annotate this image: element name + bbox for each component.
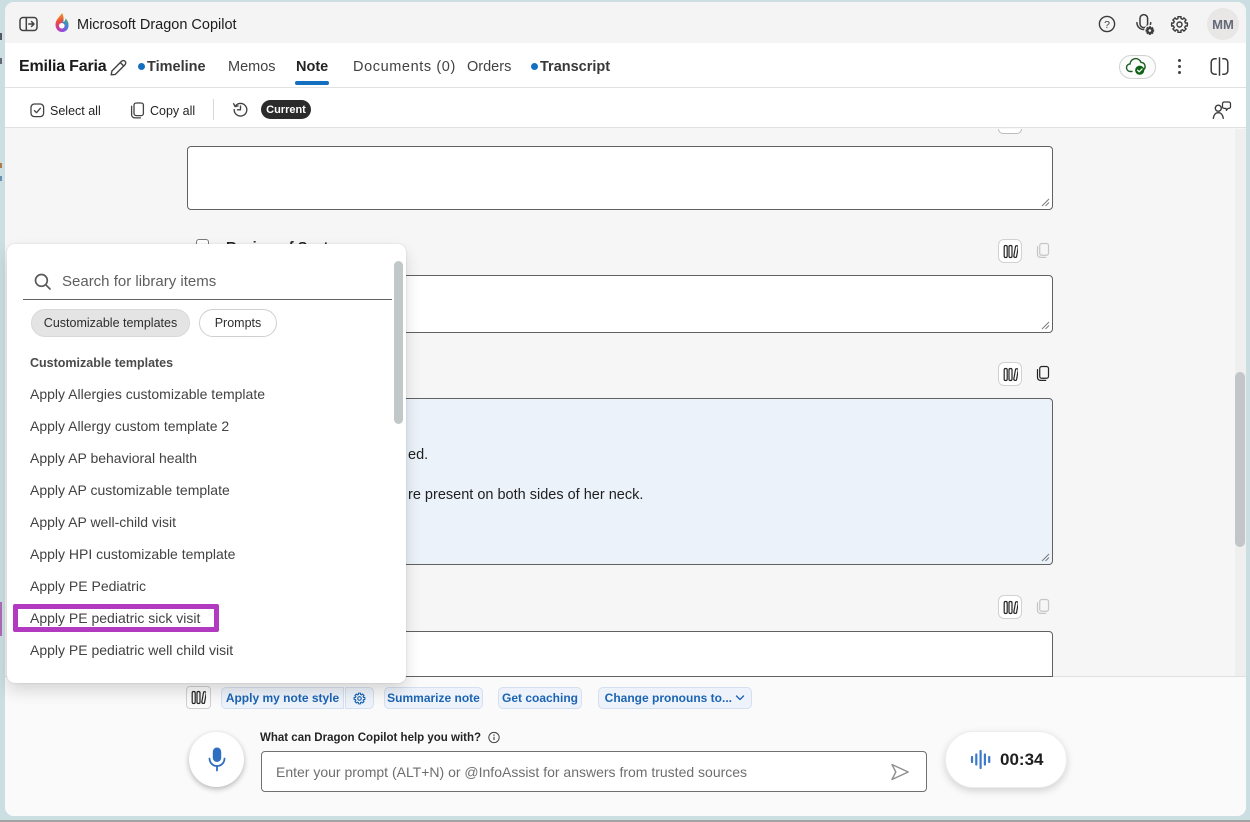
svg-text:?: ? xyxy=(1104,19,1110,31)
